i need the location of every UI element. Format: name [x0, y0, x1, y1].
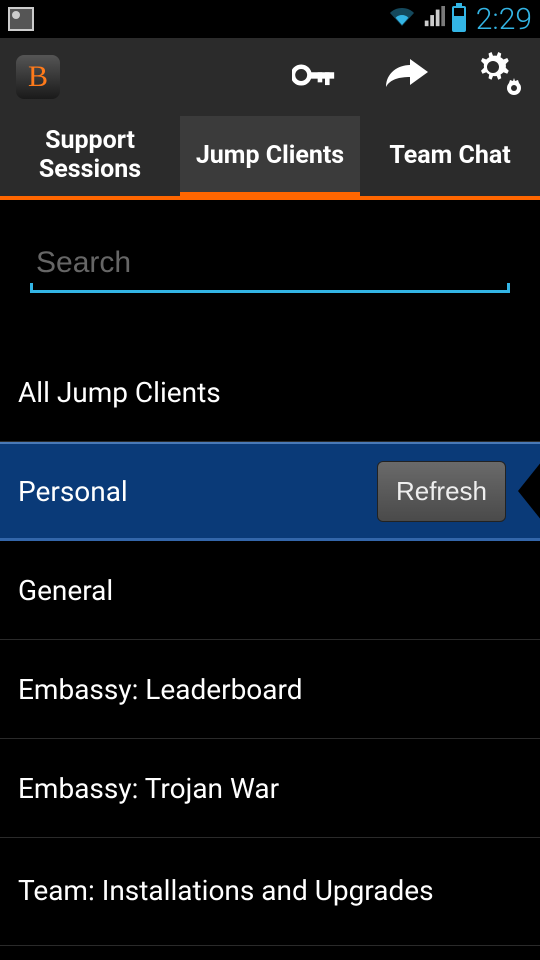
list-item-embassy-leaderboard[interactable]: Embassy: Leaderboard [0, 640, 540, 739]
status-bar: 2:29 [0, 0, 540, 38]
tab-bar: Support Sessions Jump Clients Team Chat [0, 116, 540, 200]
battery-icon [452, 6, 466, 32]
list-item-personal[interactable]: Personal Refresh [0, 442, 540, 541]
list-item-label: General [18, 574, 113, 607]
signal-icon [422, 6, 446, 32]
status-right: 2:29 [388, 2, 532, 37]
search-area [0, 200, 540, 311]
list-item-all[interactable]: All Jump Clients [0, 343, 540, 442]
status-left [8, 7, 34, 31]
list-item-embassy-trojan[interactable]: Embassy: Trojan War [0, 739, 540, 838]
tab-team-chat[interactable]: Team Chat [360, 116, 540, 196]
search-input[interactable] [30, 238, 510, 293]
jump-clients-list: All Jump Clients Personal Refresh Genera… [0, 343, 540, 946]
action-bar: B [0, 38, 540, 116]
list-item-label: Embassy: Trojan War [18, 772, 279, 805]
list-item-team-installations[interactable]: Team: Installations and Upgrades [0, 838, 540, 946]
key-icon[interactable] [292, 61, 336, 93]
list-item-label: Personal [18, 475, 128, 508]
list-item-label: All Jump Clients [18, 376, 221, 409]
picture-icon [8, 7, 34, 31]
gear-icon[interactable] [478, 52, 524, 102]
list-item-label: Embassy: Leaderboard [18, 673, 303, 706]
wifi-icon [388, 5, 416, 33]
forward-arrow-icon[interactable] [384, 59, 430, 95]
list-item-general[interactable]: General [0, 541, 540, 640]
tab-support-sessions[interactable]: Support Sessions [0, 116, 180, 196]
chevron-left-icon[interactable] [518, 461, 540, 521]
status-time: 2:29 [476, 2, 532, 37]
refresh-button[interactable]: Refresh [377, 461, 506, 522]
action-icons [292, 52, 524, 102]
tab-jump-clients[interactable]: Jump Clients [180, 116, 360, 196]
app-icon[interactable]: B [16, 55, 60, 99]
list-item-label: Team: Installations and Upgrades [18, 875, 434, 907]
